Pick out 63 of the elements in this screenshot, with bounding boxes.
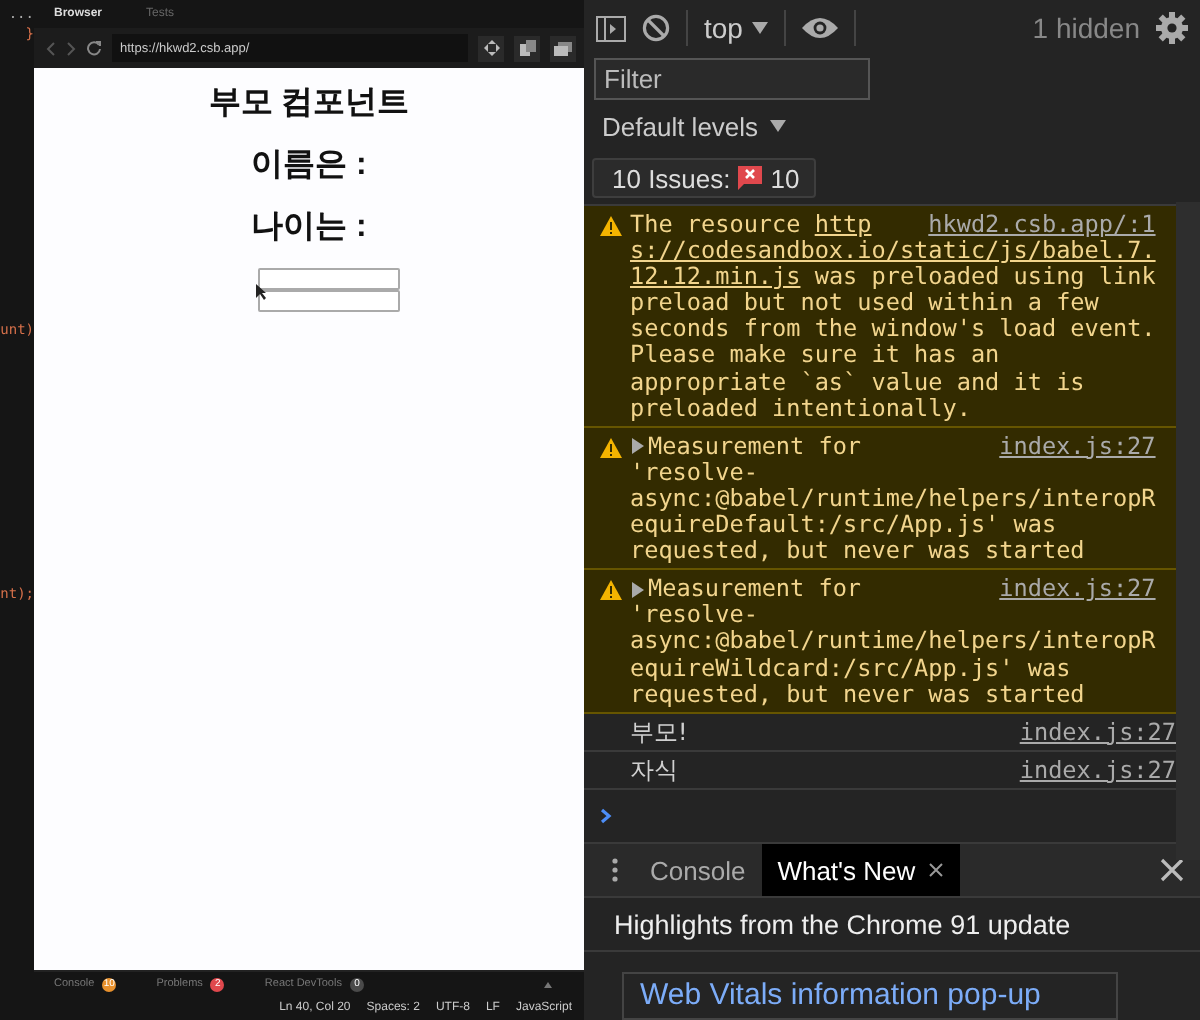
- source-link[interactable]: index.js:27: [999, 433, 1156, 460]
- text-input[interactable]: [258, 290, 400, 312]
- message-text: Measurement for: [648, 433, 862, 460]
- more-icon[interactable]: [612, 858, 618, 882]
- card-title[interactable]: Web Vitals information pop-up: [640, 978, 1041, 1012]
- prompt-icon: [600, 807, 612, 824]
- warning-icon: [600, 580, 622, 601]
- message-text: 자식: [630, 757, 678, 784]
- cursor-icon: [256, 284, 266, 300]
- flag-icon: [738, 166, 763, 190]
- close-icon[interactable]: [927, 862, 944, 878]
- source-link[interactable]: index.js:27: [1019, 757, 1176, 784]
- issues-button[interactable]: 10 Issues: 10: [592, 158, 816, 198]
- reload-icon[interactable]: [86, 40, 102, 56]
- message-text: seconds from the window's load event.: [630, 316, 1156, 343]
- close-icon[interactable]: [1160, 858, 1184, 882]
- message-text: Please make sure it has an: [630, 342, 1000, 370]
- message-text: preload but not used within a few: [630, 290, 1099, 317]
- sidebar-toggle-icon[interactable]: [596, 15, 626, 41]
- message-text: 'resolve-: [630, 459, 758, 486]
- message-text: async:@babel/runtime/helpers/interopR: [630, 485, 1156, 513]
- caret-icon: [752, 22, 769, 34]
- expand-icon[interactable]: [630, 438, 646, 455]
- warning-icon: [600, 437, 622, 458]
- message-text: equireWildcard:/src/App.js' was: [630, 655, 1071, 682]
- eye-icon[interactable]: [802, 16, 839, 40]
- resource-link[interactable]: http: [814, 212, 872, 239]
- page-heading: 이름은 :: [251, 146, 367, 184]
- context-select[interactable]: top: [704, 12, 769, 44]
- hidden-count: 1 hidden: [1032, 12, 1140, 44]
- message-text: preloaded intentionally.: [630, 395, 971, 422]
- filter-field[interactable]: Filter: [594, 58, 870, 100]
- windows-icon[interactable]: [550, 35, 576, 61]
- move-icon[interactable]: [478, 35, 504, 61]
- settings-icon[interactable]: [1156, 12, 1188, 44]
- caret-icon: [770, 120, 787, 132]
- resource-link[interactable]: 12.12.min.js: [630, 264, 801, 291]
- message-text: The resource: [630, 212, 803, 239]
- message-text: was preloaded using link: [814, 264, 1156, 291]
- text-input[interactable]: [258, 268, 400, 290]
- caret-icon[interactable]: [544, 981, 552, 987]
- message-text: appropriate `as` value and it is: [630, 369, 1085, 396]
- source-link[interactable]: hkwd2.csb.app/:1: [928, 212, 1156, 239]
- message-text: Measurement for: [648, 576, 862, 603]
- message-text: requested, but never was started: [630, 538, 1085, 565]
- page-heading: 나이는 :: [251, 208, 367, 246]
- source-link[interactable]: index.js:27: [999, 576, 1156, 603]
- drawer-tab[interactable]: Console: [634, 844, 762, 896]
- message-text: 부모!: [630, 719, 688, 746]
- message-text: equireDefault:/src/App.js' was: [630, 512, 1057, 539]
- warning-icon: [600, 216, 622, 236]
- levels-dropdown[interactable]: Default levels: [602, 111, 787, 141]
- pages-icon[interactable]: [514, 35, 540, 61]
- resource-link[interactable]: s://codesandbox.io/static/js/babel.7.: [630, 238, 1156, 265]
- message-text: 'resolve-: [630, 602, 758, 629]
- expand-icon[interactable]: [630, 581, 646, 598]
- page-heading: 부모 컴포넌트: [208, 84, 410, 122]
- update-headline: Highlights from the Chrome 91 update: [584, 898, 1200, 952]
- message-text: async:@babel/runtime/helpers/interopR: [630, 628, 1156, 655]
- source-link[interactable]: index.js:27: [1019, 719, 1176, 746]
- drawer-tab[interactable]: What's New: [761, 844, 960, 896]
- clear-icon[interactable]: [642, 14, 670, 42]
- message-text: requested, but never was started: [630, 681, 1085, 708]
